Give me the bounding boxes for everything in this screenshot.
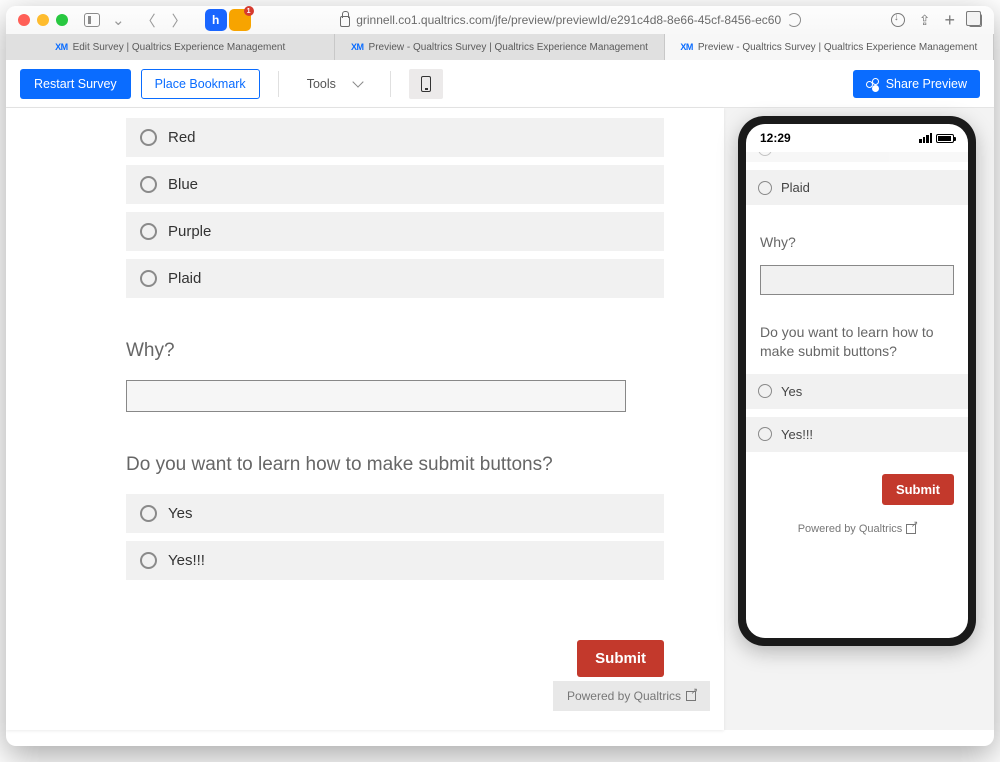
signal-icon	[919, 133, 932, 143]
mobile-preview: 12:29 Plaid Why? Do you want to learn ho…	[746, 124, 968, 638]
downloads-icon[interactable]	[891, 13, 905, 27]
chevron-down-icon	[352, 76, 363, 87]
radio-icon	[758, 427, 772, 441]
browser-tabs: XMEdit Survey | Qualtrics Experience Man…	[6, 34, 994, 60]
text-input-why[interactable]	[126, 380, 626, 412]
radio-option[interactable]: Yes	[746, 374, 968, 409]
divider	[390, 71, 391, 97]
radio-option[interactable]: Yes!!!	[746, 417, 968, 452]
radio-option-cutoff[interactable]	[746, 152, 968, 162]
radio-icon	[140, 129, 157, 146]
mobile-device-frame: 12:29 Plaid Why? Do you want to learn ho…	[738, 116, 976, 646]
address-bar[interactable]: grinnell.co1.qualtrics.com/jfe/preview/p…	[340, 13, 801, 27]
place-bookmark-button[interactable]: Place Bookmark	[141, 69, 260, 99]
radio-option[interactable]: Yes	[126, 494, 664, 533]
share-preview-button[interactable]: Share Preview	[853, 70, 980, 98]
radio-icon	[140, 552, 157, 569]
new-tab-icon[interactable]: +	[944, 10, 955, 31]
radio-icon	[140, 505, 157, 522]
mobile-text-input[interactable]	[760, 265, 954, 295]
browser-tab-1[interactable]: XMPreview - Qualtrics Survey | Qualtrics…	[335, 34, 664, 60]
window-controls[interactable]	[18, 14, 68, 26]
reload-icon[interactable]	[787, 13, 801, 27]
minimize-window[interactable]	[37, 14, 49, 26]
browser-tab-2[interactable]: XMPreview - Qualtrics Survey | Qualtrics…	[665, 34, 994, 60]
mobile-powered-by-link[interactable]: Powered by Qualtrics	[746, 519, 968, 545]
mobile-time: 12:29	[760, 131, 791, 145]
honey-extension-icon[interactable]: h	[205, 9, 227, 31]
powered-by-link[interactable]: Powered by Qualtrics	[553, 681, 710, 711]
tools-dropdown[interactable]: Tools	[297, 77, 372, 91]
desktop-preview: Red Blue Purple Plaid Why? Do you want t…	[6, 108, 724, 730]
question-submit-buttons: Do you want to learn how to make submit …	[126, 454, 664, 476]
radio-icon	[140, 223, 157, 240]
external-link-icon	[906, 524, 916, 534]
external-link-icon	[686, 691, 696, 701]
forward-button[interactable]: 〉	[168, 10, 191, 31]
mobile-status-bar: 12:29	[746, 124, 968, 152]
url-text: grinnell.co1.qualtrics.com/jfe/preview/p…	[356, 13, 781, 27]
radio-icon	[758, 181, 772, 195]
radio-option[interactable]: Blue	[126, 165, 664, 204]
back-button[interactable]: 〈	[137, 10, 160, 31]
preview-stage: Red Blue Purple Plaid Why? Do you want t…	[6, 108, 994, 730]
close-window[interactable]	[18, 14, 30, 26]
mobile-question-why: Why?	[760, 233, 954, 253]
restart-survey-button[interactable]: Restart Survey	[20, 69, 131, 99]
share-icon[interactable]: ⇪	[919, 12, 931, 29]
radio-option[interactable]: Purple	[126, 212, 664, 251]
battery-icon	[936, 134, 954, 143]
radio-option[interactable]: Yes!!!	[126, 541, 664, 580]
radio-option[interactable]: Plaid	[126, 259, 664, 298]
submit-button[interactable]: Submit	[577, 640, 664, 677]
radio-icon	[140, 176, 157, 193]
chevron-down-icon[interactable]: ⌄	[108, 11, 129, 29]
lock-icon	[340, 16, 350, 27]
sidebar-toggle-icon[interactable]	[84, 13, 100, 27]
extension-badge: 1	[244, 6, 254, 16]
radio-icon	[758, 384, 772, 398]
radio-icon	[758, 152, 772, 156]
share-nodes-icon	[866, 78, 879, 89]
radio-option[interactable]: Plaid	[746, 170, 968, 205]
browser-tab-0[interactable]: XMEdit Survey | Qualtrics Experience Man…	[6, 34, 335, 60]
extension-icon[interactable]: 1	[229, 9, 251, 31]
phone-icon	[421, 76, 431, 92]
question-why: Why?	[126, 340, 664, 362]
radio-option[interactable]: Red	[126, 118, 664, 157]
app-toolbar: Restart Survey Place Bookmark Tools Shar…	[6, 60, 994, 108]
browser-chrome: ⌄ 〈 〉 h 1 grinnell.co1.qualtrics.com/jfe…	[6, 6, 994, 60]
mobile-question-submit: Do you want to learn how to make submit …	[760, 323, 954, 362]
divider	[278, 71, 279, 97]
tabs-overview-icon[interactable]	[969, 14, 982, 27]
mobile-preview-toggle[interactable]	[409, 69, 443, 99]
maximize-window[interactable]	[56, 14, 68, 26]
mobile-submit-button[interactable]: Submit	[882, 474, 954, 505]
radio-icon	[140, 270, 157, 287]
